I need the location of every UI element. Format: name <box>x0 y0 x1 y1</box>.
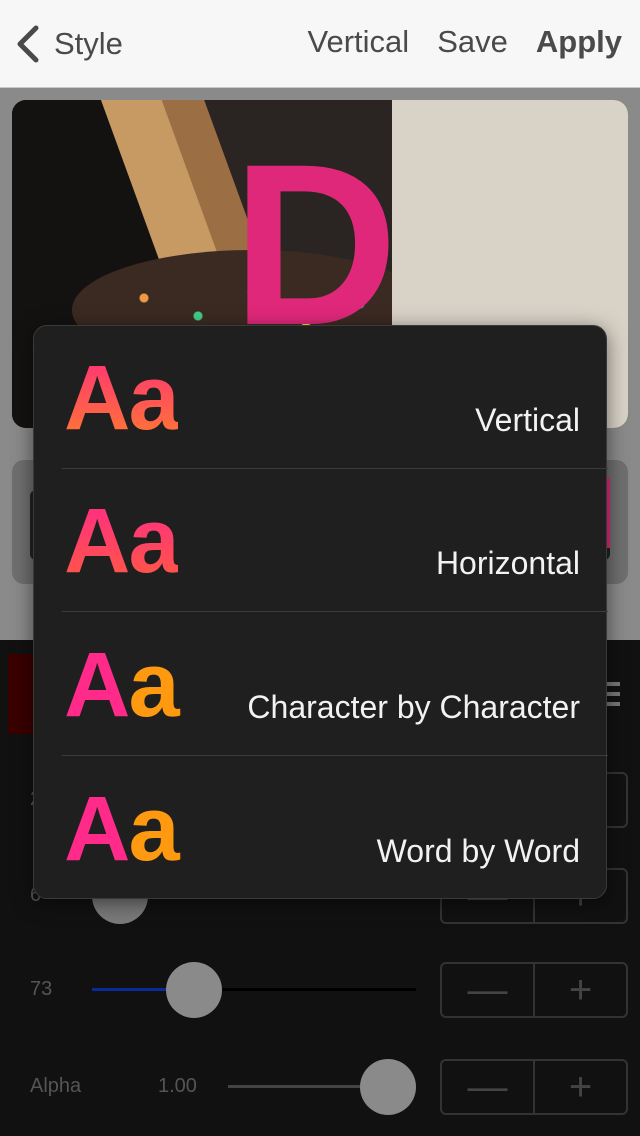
sample-text: Aa <box>64 347 180 449</box>
menu-item-word-by-word[interactable]: Aa Word by Word <box>34 757 608 900</box>
save-button[interactable]: Save <box>437 24 508 60</box>
control-row-alpha: Alpha 1.00 — + <box>0 1047 640 1127</box>
menu-item-label: Word by Word <box>376 833 580 869</box>
minus-button[interactable]: — <box>442 1061 533 1113</box>
sample-text: Aa <box>64 634 180 736</box>
back-button[interactable]: Style <box>14 22 123 66</box>
alpha-stepper[interactable]: — + <box>440 1059 628 1115</box>
minus-button[interactable]: — <box>442 964 533 1016</box>
chevron-left-icon <box>17 25 39 63</box>
menu-item-label: Vertical <box>475 402 580 438</box>
row-3-slider-knob[interactable] <box>166 962 222 1018</box>
animation-style-popover: Aa Vertical Aa Horizontal Aa Character b… <box>33 325 608 900</box>
menu-item-label: Horizontal <box>435 545 580 581</box>
row-3-stepper[interactable]: — + <box>440 962 628 1018</box>
menu-item-character-by-character[interactable]: Aa Character by Character <box>34 613 608 756</box>
vertical-button[interactable]: Vertical <box>308 24 410 60</box>
alpha-slider-knob[interactable] <box>360 1059 416 1115</box>
alpha-value: 1.00 <box>158 1075 197 1097</box>
plus-button[interactable]: + <box>533 964 626 1016</box>
back-label: Style <box>54 26 123 61</box>
menu-item-horizontal[interactable]: Aa Horizontal <box>34 469 608 612</box>
menu-item-label: Character by Character <box>247 689 580 725</box>
nav-actions: Vertical Save Apply <box>308 24 622 60</box>
sample-text: Aa <box>64 778 180 880</box>
menu-item-vertical[interactable]: Aa Vertical <box>34 326 608 469</box>
row-3-value: 73 <box>30 978 53 1000</box>
sample-text: Aa <box>64 490 180 592</box>
plus-button[interactable]: + <box>533 1061 626 1113</box>
navigation-bar: Style Vertical Save Apply <box>0 0 640 88</box>
apply-button[interactable]: Apply <box>536 24 622 60</box>
alpha-label: Alpha <box>30 1075 82 1097</box>
control-row-3: 73 — + <box>0 950 640 1030</box>
